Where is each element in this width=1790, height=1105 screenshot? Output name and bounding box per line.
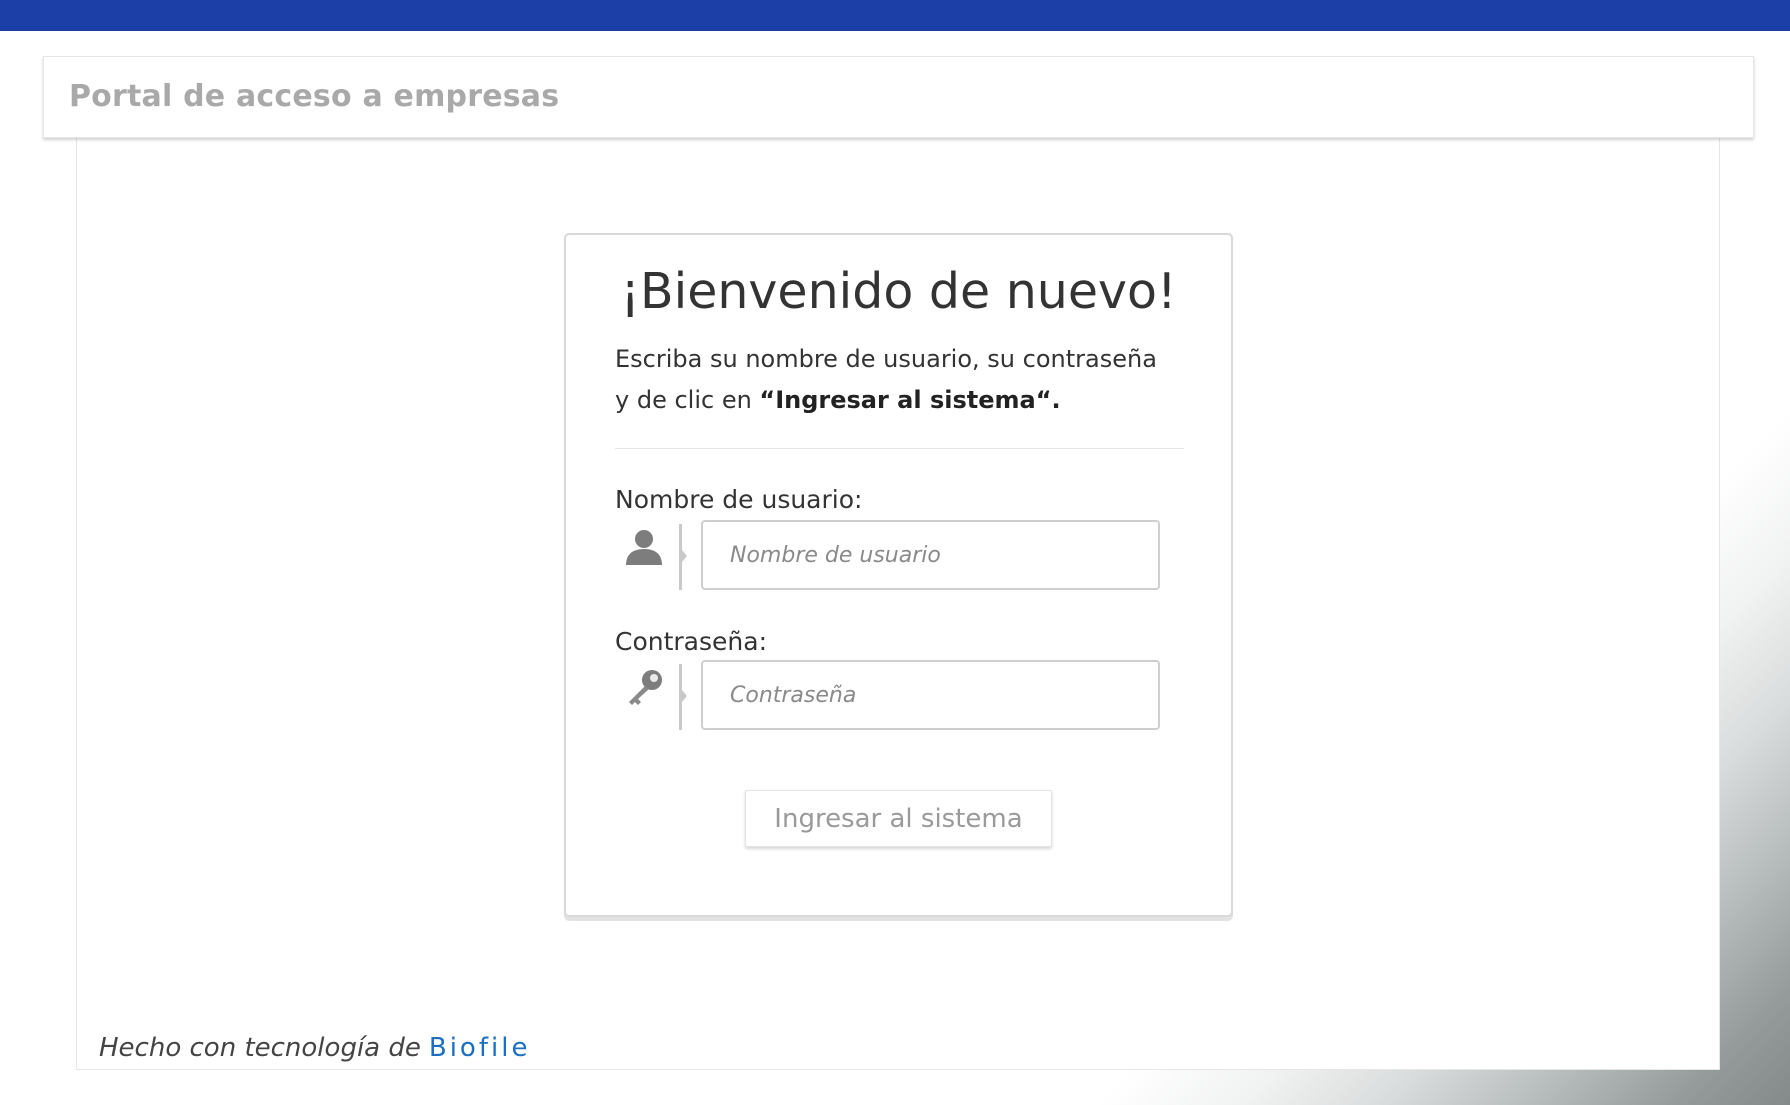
password-input[interactable] [701,660,1160,730]
username-icon-separator [679,524,687,590]
instructions-suffix: . [1051,386,1061,414]
page-header: Portal de acceso a empresas [43,56,1754,138]
instructions-prefix: y de clic en [615,386,760,414]
divider [615,448,1184,449]
top-bar [0,0,1790,31]
instructions-emphasis: “Ingresar al sistema“ [759,386,1052,414]
login-button[interactable]: Ingresar al sistema [745,790,1052,847]
username-input[interactable] [701,520,1160,590]
login-instructions: Escriba su nombre de usuario, su contras… [615,339,1175,421]
biofile-link[interactable]: Biofile [429,1033,531,1063]
footer-text: Hecho con tecnología de [99,1033,421,1063]
welcome-heading: ¡Bienvenido de nuevo! [620,263,1177,320]
instructions-line-2: y de clic en “Ingresar al sistema“. [615,380,1175,421]
instructions-line-1: Escriba su nombre de usuario, su contras… [615,345,1157,373]
password-label: Contraseña: [615,627,767,656]
username-label: Nombre de usuario: [615,485,863,514]
user-icon [623,527,665,569]
password-icon-separator [679,664,687,730]
login-card: ¡Bienvenido de nuevo! Escriba su nombre … [564,233,1233,917]
page-title: Portal de acceso a empresas [69,79,560,114]
footer-credit: Hecho con tecnología de Biofile [99,1033,530,1063]
key-icon [623,667,665,709]
